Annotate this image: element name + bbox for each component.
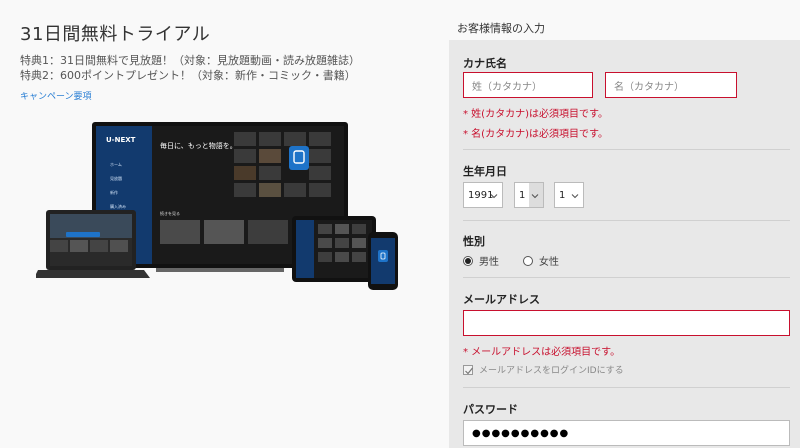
svg-text:見放題: 見放題 bbox=[110, 175, 122, 181]
divider bbox=[463, 149, 790, 150]
benefit-2: 特典2：600ポイントプレゼント！（対象：新作・コミック・書籍） bbox=[20, 69, 356, 82]
login-id-checkbox[interactable]: メールアドレスをログインIDにする bbox=[463, 363, 624, 376]
email-error: * メールアドレスは必須項目です。 bbox=[463, 347, 621, 358]
kana-first-name-error: * 名(カタカナ)は必須項目です。 bbox=[463, 129, 608, 140]
gender-female-label: 女性 bbox=[539, 257, 559, 268]
password-title: パスワード bbox=[463, 403, 518, 416]
email-input[interactable] bbox=[463, 310, 790, 336]
birth-year-select[interactable]: 1991 bbox=[463, 182, 503, 208]
svg-text:U-NEXT: U-NEXT bbox=[106, 136, 136, 144]
divider bbox=[463, 387, 790, 388]
kana-last-name-input[interactable]: 姓（カタカナ） bbox=[463, 72, 593, 98]
radio-checked-icon bbox=[463, 255, 473, 266]
phone-image bbox=[368, 232, 398, 290]
campaign-terms-link[interactable]: キャンペーン要項 bbox=[20, 89, 92, 102]
kana-name-title: カナ氏名 bbox=[463, 57, 507, 70]
radio-unchecked-icon bbox=[523, 255, 533, 266]
chevron-down-icon bbox=[571, 194, 579, 199]
laptop-image bbox=[36, 210, 150, 278]
birth-month-value: 1 bbox=[519, 189, 526, 201]
svg-text:続きを見る: 続きを見る bbox=[160, 210, 180, 216]
gender-female-radio[interactable]: 女性 bbox=[523, 253, 559, 268]
svg-text:新作: 新作 bbox=[110, 189, 118, 195]
trial-title: 31日間無料トライアル bbox=[20, 24, 211, 45]
email-title: メールアドレス bbox=[463, 293, 540, 306]
svg-text:購入済み: 購入済み bbox=[110, 203, 126, 209]
divider bbox=[463, 277, 790, 278]
birth-month-select[interactable]: 1 bbox=[514, 182, 544, 208]
gender-title: 性別 bbox=[463, 235, 485, 248]
login-id-label: メールアドレスをログインIDにする bbox=[479, 366, 624, 376]
chevron-down-icon bbox=[490, 194, 498, 199]
password-input[interactable]: ●●●●●●●●●● bbox=[463, 420, 790, 446]
tablet-image bbox=[292, 216, 376, 282]
gender-male-radio[interactable]: 男性 bbox=[463, 253, 499, 268]
promo-section: 31日間無料トライアル 特典1：31日間無料で見放題！（対象：見放題動画・読み放… bbox=[0, 0, 440, 448]
birth-day-value: 1 bbox=[559, 189, 566, 201]
svg-text:毎日に、もっと物語を。: 毎日に、もっと物語を。 bbox=[160, 141, 237, 150]
svg-text:ホーム: ホーム bbox=[110, 162, 122, 167]
benefit-1: 特典1：31日間無料で見放題！（対象：見放題動画・読み放題雑誌） bbox=[20, 54, 360, 67]
devices-illustration: U-NEXT 毎日に、もっと物語を。 続きを見る ホーム 見放題 新作 購入済み bbox=[36, 122, 398, 290]
kana-first-name-input[interactable]: 名（カタカナ） bbox=[605, 72, 737, 98]
checkbox-checked-icon bbox=[463, 364, 473, 375]
customer-info-form: カナ氏名 姓（カタカナ） 名（カタカナ） * 姓(カタカナ)は必須項目です。 *… bbox=[449, 40, 800, 448]
birthdate-title: 生年月日 bbox=[463, 165, 507, 178]
form-heading: お客様情報の入力 bbox=[457, 22, 545, 35]
gender-male-label: 男性 bbox=[479, 257, 499, 268]
kana-last-name-error: * 姓(カタカナ)は必須項目です。 bbox=[463, 109, 608, 120]
birth-day-select[interactable]: 1 bbox=[554, 182, 584, 208]
chevron-down-icon bbox=[531, 194, 539, 199]
divider bbox=[463, 220, 790, 221]
